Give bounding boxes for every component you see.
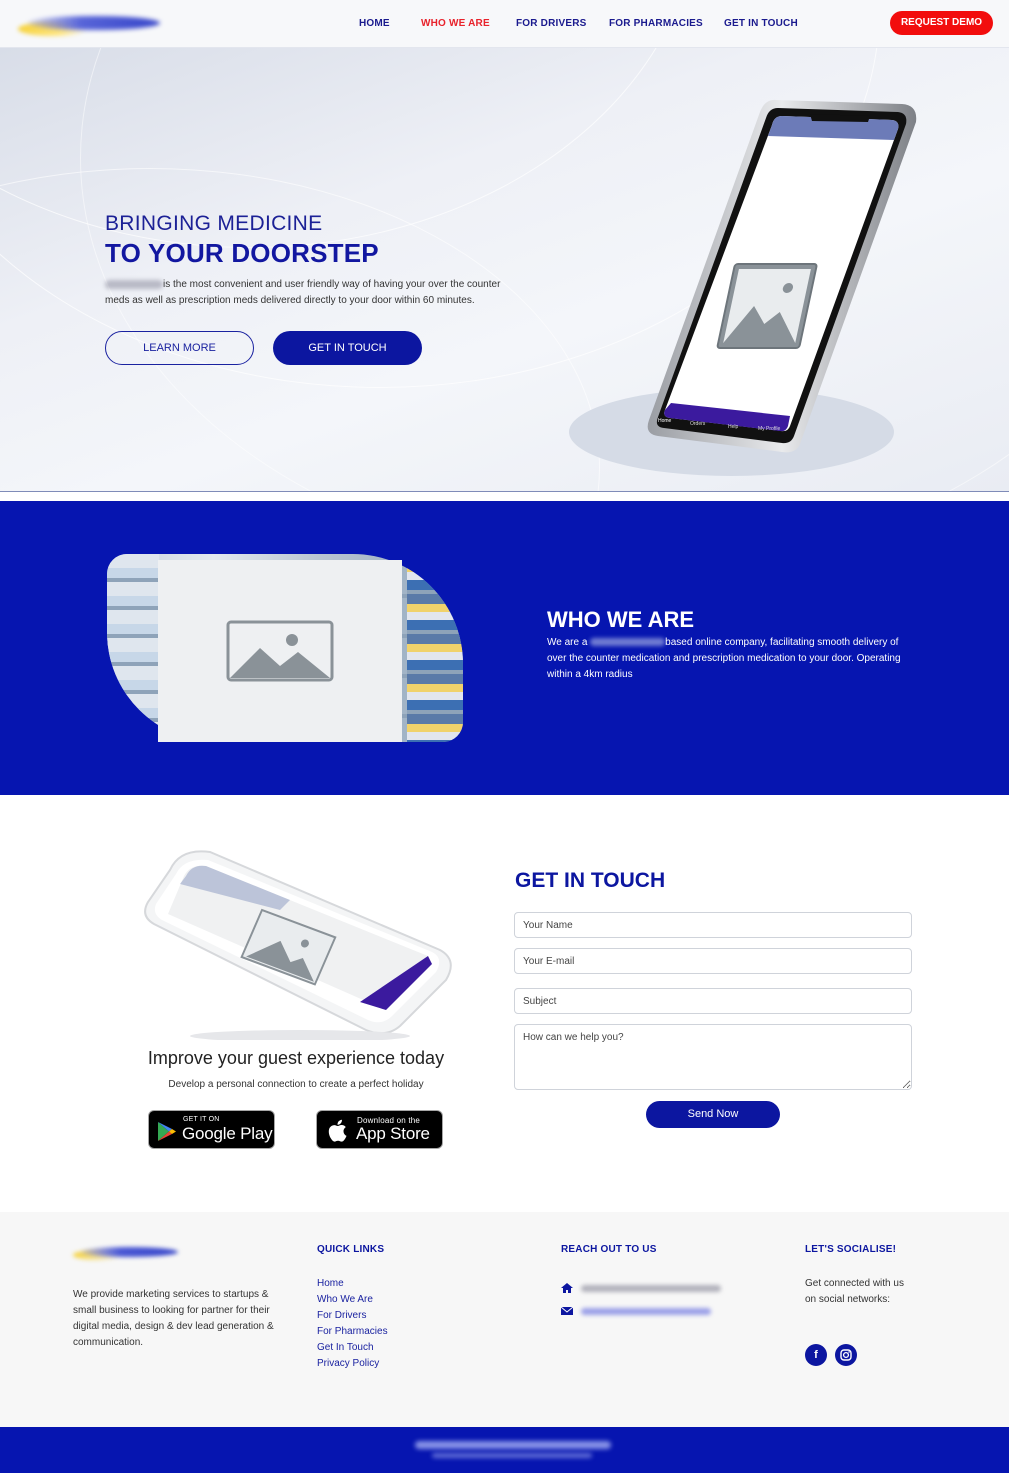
top-navbar: HOME WHO WE ARE FOR DRIVERS FOR PHARMACI…	[0, 0, 1009, 48]
redacted-copyright	[415, 1441, 611, 1449]
footer-link-get-in-touch[interactable]: Get In Touch	[317, 1340, 388, 1356]
google-play-small: GET IT ON	[183, 1116, 220, 1123]
hero-description: is the most convenient and user friendly…	[105, 279, 501, 306]
brand-logo[interactable]	[18, 10, 160, 38]
instagram-icon[interactable]	[835, 1344, 857, 1366]
phone-tab-home: Home	[658, 418, 672, 424]
name-field[interactable]	[514, 912, 912, 938]
footer-link-for-drivers[interactable]: For Drivers	[317, 1308, 388, 1324]
google-play-big: Google Play	[182, 1124, 273, 1143]
apple-icon	[328, 1119, 347, 1142]
promo-title: Improve your guest experience today	[147, 1048, 445, 1068]
nav-for-pharmacies[interactable]: FOR PHARMACIES	[609, 18, 703, 29]
social-text: Get connected with us on social networks…	[805, 1278, 904, 1305]
request-demo-button[interactable]: REQUEST DEMO	[890, 11, 993, 35]
image-placeholder-icon	[226, 620, 334, 682]
hero-headline: TO YOUR DOORSTEP	[105, 238, 379, 268]
image-placeholder	[158, 560, 402, 742]
app-store-badge[interactable]: Download on the App Store	[316, 1110, 443, 1149]
image-placeholder-icon	[716, 263, 818, 349]
learn-more-button[interactable]: LEARN MORE	[105, 331, 254, 365]
reach-out-title: REACH OUT TO US	[561, 1244, 657, 1255]
copyright-bar	[0, 1427, 1009, 1473]
footer-link-home[interactable]: Home	[317, 1276, 388, 1292]
facebook-icon[interactable]: f	[805, 1344, 827, 1366]
contact-title: GET IN TOUCH	[515, 869, 666, 892]
footer-link-who-we-are[interactable]: Who We Are	[317, 1292, 388, 1308]
footer-about-text: We provide marketing services to startup…	[73, 1289, 274, 1348]
email-row	[561, 1305, 731, 1319]
footer: We provide marketing services to startup…	[0, 1212, 1009, 1427]
socialise-title: LET'S SOCIALISE!	[805, 1244, 897, 1255]
redacted-brand-name	[590, 638, 666, 647]
phone-tab-help: Help	[728, 424, 739, 430]
footer-link-privacy-policy[interactable]: Privacy Policy	[317, 1356, 388, 1372]
email-field[interactable]	[514, 948, 912, 974]
send-now-button[interactable]: Send Now	[646, 1101, 780, 1128]
phone-tab-orders: Orders	[690, 421, 706, 427]
nav-for-drivers[interactable]: FOR DRIVERS	[516, 18, 587, 29]
quick-links-list: Home Who We Are For Drivers For Pharmaci…	[317, 1276, 388, 1372]
who-we-are-section: WHO WE ARE We are a based online company…	[0, 501, 1009, 795]
envelope-icon	[561, 1306, 573, 1315]
nav-who-we-are[interactable]: WHO WE ARE	[421, 18, 490, 29]
address-row	[561, 1282, 731, 1296]
hero-section: BRINGING MEDICINE TO YOUR DOORSTEP is th…	[0, 48, 1009, 492]
hero-phone-image: Home Orders Help My Profile	[647, 99, 917, 453]
phone-tab-profile: My Profile	[758, 426, 780, 432]
who-we-are-text: We are a based online company, facilitat…	[547, 637, 901, 680]
quick-links-title: QUICK LINKS	[317, 1244, 385, 1255]
who-we-are-title: WHO WE ARE	[547, 607, 695, 632]
google-play-badge[interactable]: GET IT ON Google Play	[148, 1110, 275, 1149]
nav-home[interactable]: HOME	[359, 18, 390, 29]
app-store-big: App Store	[356, 1124, 430, 1143]
hero-get-in-touch-button[interactable]: GET IN TOUCH	[273, 331, 422, 365]
redacted-brand-name	[105, 279, 163, 289]
hero-kicker: BRINGING MEDICINE	[105, 212, 323, 235]
google-play-icon	[158, 1122, 176, 1141]
home-icon	[561, 1283, 573, 1293]
message-field[interactable]	[514, 1024, 912, 1090]
subject-field[interactable]	[514, 988, 912, 1014]
footer-link-for-pharmacies[interactable]: For Pharmacies	[317, 1324, 388, 1340]
promo-subtitle: Develop a personal connection to create …	[168, 1079, 424, 1090]
footer-logo[interactable]	[73, 1244, 178, 1262]
nav-get-in-touch[interactable]: GET IN TOUCH	[724, 18, 798, 29]
promo-phone-image	[144, 850, 452, 1040]
